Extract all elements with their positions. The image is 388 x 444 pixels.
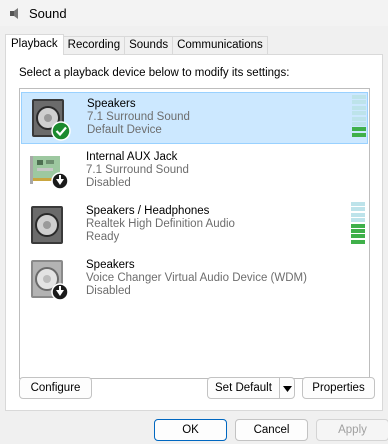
tab-recording[interactable]: Recording <box>63 36 126 55</box>
device-status: Disabled <box>86 177 131 189</box>
device-description: 7.1 Surround Sound <box>86 164 189 176</box>
set-default-label: Set Default <box>215 382 272 394</box>
speaker-device-icon <box>27 256 73 304</box>
device-text: Speakers / Headphones Realtek High Defin… <box>86 205 235 244</box>
tab-playback[interactable]: Playback <box>5 34 64 55</box>
apply-button[interactable]: Apply <box>316 419 388 441</box>
device-item-speakers-voice-changer[interactable]: Speakers Voice Changer Virtual Audio Dev… <box>21 254 368 306</box>
device-list[interactable]: Speakers 7.1 Surround Sound Default Devi… <box>19 88 370 379</box>
device-text: Speakers 7.1 Surround Sound Default Devi… <box>87 98 190 137</box>
device-item-internal-aux[interactable]: Internal AUX Jack 7.1 Surround Sound Dis… <box>21 146 368 198</box>
instruction-text: Select a playback device below to modify… <box>19 67 290 79</box>
speaker-device-icon <box>27 202 73 250</box>
speaker-icon <box>8 6 22 20</box>
playback-panel: Select a playback device below to modify… <box>5 54 383 411</box>
sound-card-icon <box>27 148 73 196</box>
device-item-speakers-default[interactable]: Speakers 7.1 Surround Sound Default Devi… <box>21 92 368 144</box>
chevron-down-icon <box>282 381 292 395</box>
device-description: Voice Changer Virtual Audio Device (WDM) <box>86 272 307 284</box>
ok-button[interactable]: OK <box>154 419 227 441</box>
device-status: Disabled <box>86 285 131 297</box>
device-name: Speakers <box>86 259 135 271</box>
configure-button[interactable]: Configure <box>19 377 92 399</box>
cancel-button[interactable]: Cancel <box>235 419 308 441</box>
device-text: Speakers Voice Changer Virtual Audio Dev… <box>86 259 307 298</box>
properties-button[interactable]: Properties <box>302 377 375 399</box>
volume-meter <box>351 202 365 248</box>
window-title: Sound <box>29 5 67 21</box>
device-item-speakers-headphones[interactable]: Speakers / Headphones Realtek High Defin… <box>21 200 368 252</box>
tab-sounds[interactable]: Sounds <box>125 36 174 55</box>
speaker-device-icon <box>28 95 74 143</box>
device-status: Default Device <box>87 124 162 136</box>
tab-strip: Playback Recording Sounds Communications <box>5 34 268 55</box>
device-description: Realtek High Definition Audio <box>86 218 235 230</box>
device-text: Internal AUX Jack 7.1 Surround Sound Dis… <box>86 151 189 190</box>
device-name: Speakers / Headphones <box>86 205 210 217</box>
device-name: Speakers <box>87 98 136 110</box>
volume-meter <box>352 95 366 141</box>
tab-communications[interactable]: Communications <box>173 36 268 55</box>
device-name: Internal AUX Jack <box>86 151 178 163</box>
device-description: 7.1 Surround Sound <box>87 111 190 123</box>
set-default-dropdown[interactable] <box>279 377 294 399</box>
title-bar: Sound <box>0 0 388 26</box>
device-status: Ready <box>86 231 120 243</box>
